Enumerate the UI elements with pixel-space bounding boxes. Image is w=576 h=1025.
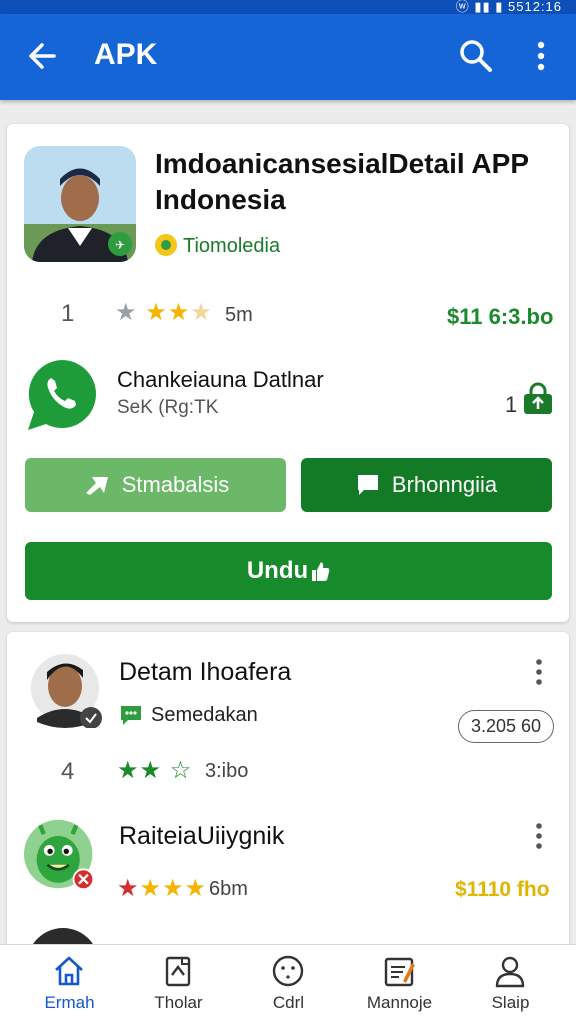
app-price: $11 6:3.bo: [447, 304, 554, 329]
app-avatar: [31, 654, 102, 728]
whatsapp-icon[interactable]: [24, 356, 100, 434]
person-icon: [495, 956, 525, 988]
item-menu-icon[interactable]: [533, 658, 545, 686]
developer-badge-icon: [155, 234, 177, 256]
nav-home[interactable]: Ermah: [12, 945, 127, 1025]
back-arrow-icon[interactable]: [24, 38, 60, 74]
app-developer: Semedakan: [151, 704, 258, 726]
chat-icon: [357, 475, 378, 495]
nav-cdrl-label: Cdrl: [272, 993, 305, 1012]
rating-stars: ★★ ☆: [117, 757, 193, 784]
svg-text:✈: ✈: [115, 238, 125, 252]
document-icon: [165, 956, 191, 987]
download-button[interactable]: Undu: [25, 542, 552, 600]
rating-count: 5m: [225, 304, 253, 326]
app-icon[interactable]: ✈: [24, 146, 136, 262]
size-badge: 3.205 60: [458, 710, 555, 743]
shopping-bag-icon[interactable]: [521, 382, 555, 416]
rating-stars: ★★★★: [117, 875, 208, 902]
download-button-label: Undu: [246, 557, 309, 584]
app-title: ImdoanicansesialDetail APP Indonesia: [155, 148, 529, 215]
search-icon[interactable]: [458, 38, 494, 74]
home-icon: [55, 956, 83, 986]
bottom-navigation: Ermah Tholar Cdrl Mannoje Slaip: [0, 944, 576, 1025]
chat-bubble-icon: [121, 706, 141, 725]
nav-manage-label: Mannoje: [366, 993, 433, 1012]
app-list-card: Detam Ihoafera Semedakan 3.205 60 4 ★★ ☆…: [7, 632, 569, 952]
tertiary-action-label: Brhonngiia: [391, 472, 498, 497]
app-avatar: [24, 819, 95, 890]
secondary-action-button[interactable]: Stmabalsis: [25, 458, 286, 512]
rating-count: 6bm: [209, 878, 248, 900]
developer-name: Tiomoledia: [183, 235, 281, 257]
thumb-up-icon: [312, 562, 330, 581]
app-price: $1110 fho: [455, 878, 550, 901]
related-app-name: Chankeiauna Datlnar: [117, 367, 324, 392]
secondary-action-label: Stmabalsis: [121, 472, 230, 497]
status-bar: ⓦ ▮▮ ▮ 5512:16: [0, 0, 576, 14]
status-text: ⓦ ▮▮ ▮ 5512:16: [455, 0, 562, 14]
nav-tholar-label: Tholar: [154, 993, 203, 1012]
rating-count: 3:ibo: [205, 760, 249, 782]
nav-cdrl[interactable]: Cdrl: [231, 945, 346, 1025]
nav-home-label: Ermah: [44, 993, 95, 1012]
app-name: RaiteiaUiiygnik: [119, 822, 285, 850]
app-bar: APK: [0, 14, 576, 100]
app-name: Detam Ihoafera: [119, 658, 292, 686]
related-app-count: 1: [505, 392, 518, 417]
rank-number: 1: [61, 300, 75, 327]
nav-profile-label: Slaip: [491, 993, 530, 1012]
more-vert-icon[interactable]: [528, 38, 554, 74]
smiley-icon: [272, 955, 304, 987]
featured-app-card: ✈ ImdoanicansesialDetail APP Indonesia T…: [7, 124, 569, 622]
app-bar-title: APK: [94, 38, 158, 71]
nav-profile[interactable]: Slaip: [453, 945, 568, 1025]
rating-stars: ★ ★★★: [115, 299, 213, 326]
nav-manage[interactable]: Mannoje: [342, 945, 457, 1025]
manage-icon: [384, 957, 415, 987]
related-app-sub: SeK (Rg:TK: [117, 397, 219, 418]
rank-number: 4: [61, 758, 75, 785]
tertiary-action-button[interactable]: Brhonngiia: [301, 458, 552, 512]
item-menu-icon[interactable]: [533, 822, 545, 850]
developer-link[interactable]: Tiomoledia: [155, 234, 280, 258]
nav-tholar[interactable]: Tholar: [121, 945, 236, 1025]
share-arrow-icon: [85, 477, 108, 495]
